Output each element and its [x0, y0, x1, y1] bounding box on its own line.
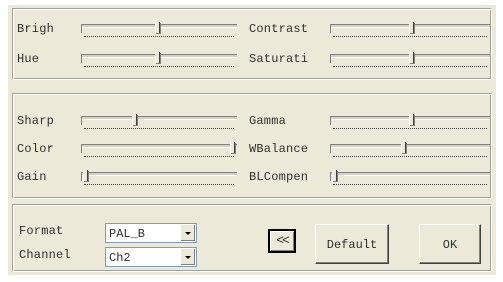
wbalance-slider-thumb[interactable]: [401, 142, 406, 153]
brightness-slider-thumb[interactable]: [155, 22, 160, 33]
contrast-slider[interactable]: [330, 22, 490, 44]
sharpness-slider-thumb[interactable]: [132, 114, 137, 125]
gamma-slider[interactable]: [330, 114, 490, 136]
blcompen-slider[interactable]: [330, 170, 490, 192]
picture-adjust-group: Brigh Contrast Hue Saturati: [12, 8, 492, 80]
gain-label: Gain: [17, 170, 47, 184]
brightness-slider[interactable]: [81, 22, 237, 44]
brightness-label: Brigh: [17, 22, 55, 36]
contrast-slider-thumb[interactable]: [409, 22, 414, 33]
gamma-label: Gamma: [249, 114, 287, 128]
gain-slider-thumb[interactable]: [83, 170, 88, 181]
sharpness-label: Sharp: [17, 114, 55, 128]
wbalance-slider[interactable]: [330, 142, 490, 164]
sharpness-slider[interactable]: [81, 114, 237, 136]
saturation-slider-thumb[interactable]: [409, 52, 414, 63]
color-slider-thumb[interactable]: [230, 142, 235, 153]
chevron-down-icon[interactable]: [180, 249, 195, 265]
hue-label: Hue: [17, 52, 40, 66]
chevron-down-icon[interactable]: [180, 225, 195, 241]
collapse-button[interactable]: <<: [268, 229, 296, 253]
video-source-group: Format PAL_B Channel Ch2 << Default OK: [12, 204, 492, 272]
contrast-label: Contrast: [249, 22, 309, 36]
hue-slider[interactable]: [81, 52, 237, 74]
gamma-slider-thumb[interactable]: [409, 114, 414, 125]
gain-slider[interactable]: [81, 170, 237, 192]
default-button[interactable]: Default: [315, 224, 389, 264]
channel-label: Channel: [19, 248, 71, 262]
saturation-label: Saturati: [249, 52, 309, 66]
advanced-adjust-group: Sharp Gamma Color WBalance Gain BLCompen: [12, 93, 492, 199]
saturation-slider[interactable]: [330, 52, 490, 74]
channel-select-value: Ch2: [109, 251, 131, 265]
ok-button[interactable]: OK: [419, 224, 481, 264]
color-slider[interactable]: [81, 142, 237, 164]
format-select[interactable]: PAL_B: [105, 223, 197, 243]
format-label: Format: [19, 224, 64, 238]
channel-select[interactable]: Ch2: [105, 247, 197, 267]
hue-slider-thumb[interactable]: [155, 52, 160, 63]
blcompen-slider-thumb[interactable]: [332, 170, 337, 181]
wbalance-label: WBalance: [249, 142, 309, 156]
settings-panel: Brigh Contrast Hue Saturati Sharp Gamma: [8, 5, 496, 275]
color-label: Color: [17, 142, 55, 156]
blcompen-label: BLCompen: [249, 170, 309, 184]
format-select-value: PAL_B: [109, 227, 146, 241]
collapse-button-label: <<: [276, 233, 290, 248]
